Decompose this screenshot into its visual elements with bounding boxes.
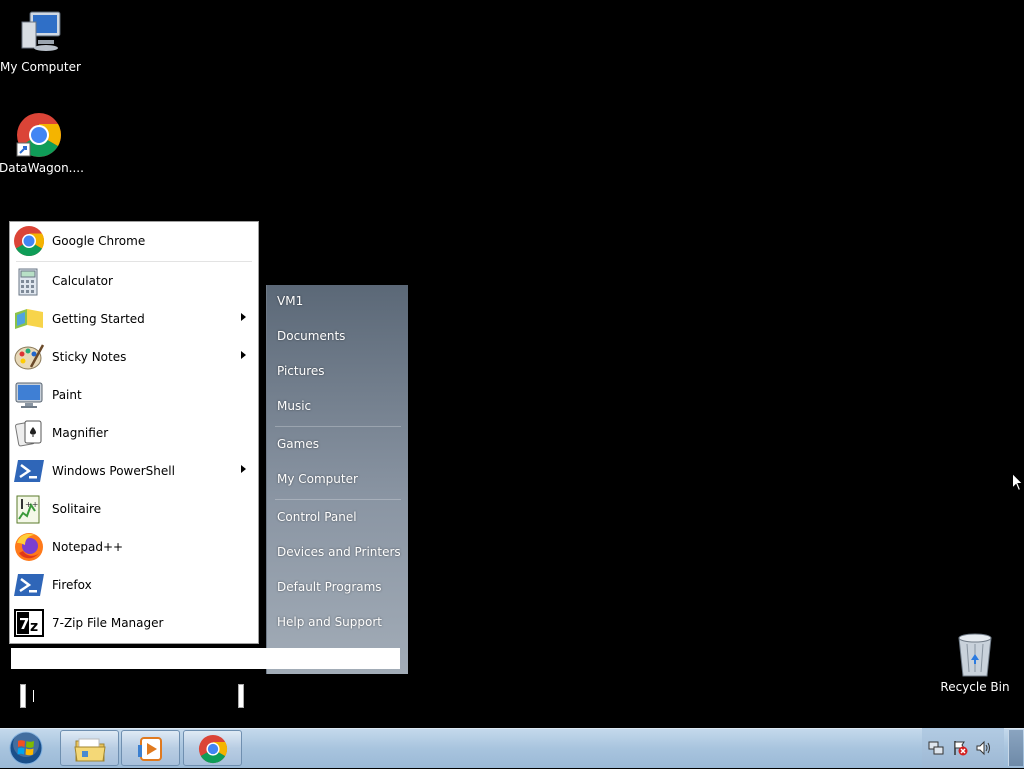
start-menu-link-default-programs[interactable]: Default Programs: [277, 577, 382, 597]
desktop-icon-label: My Computer: [0, 60, 81, 74]
start-menu-link-user[interactable]: VM1: [277, 291, 303, 311]
shutdown-arrow-artifact: [238, 684, 244, 708]
start-menu-item-sticky-notes[interactable]: Sticky Notes: [10, 338, 258, 376]
paint-palette-icon: [13, 341, 45, 373]
computer-icon: [16, 10, 64, 58]
desktop-icon-recycle-bin[interactable]: Recycle Bin: [935, 630, 1015, 694]
media-player-icon: [135, 735, 167, 766]
cursor-artifact: [33, 690, 34, 702]
volume-icon[interactable]: [976, 740, 992, 759]
svg-text:7: 7: [19, 615, 29, 633]
network-icon[interactable]: [928, 740, 944, 759]
mouse-cursor-icon: [1012, 472, 1024, 495]
start-menu-item-label: Paint: [52, 388, 82, 402]
start-menu-item-label: Magnifier: [52, 426, 109, 440]
shutdown-button-artifact: [20, 684, 26, 708]
start-menu-link-music[interactable]: Music: [277, 396, 311, 416]
start-menu-item-label: Notepad++: [52, 540, 124, 554]
start-menu-link-my-computer[interactable]: My Computer: [277, 469, 358, 489]
notepad-plus-icon: ++: [13, 493, 45, 525]
start-menu-programs-pane: Google Chrome Calculator Getting Started: [9, 221, 259, 644]
start-menu-item-label: 7-Zip File Manager: [52, 616, 164, 630]
start-menu-link-games[interactable]: Games: [277, 434, 319, 454]
chrome-icon: [198, 734, 228, 767]
start-menu-item-paint[interactable]: Paint: [10, 376, 258, 414]
calculator-icon: [13, 265, 45, 297]
start-menu-item-magnifier[interactable]: Magnifier: [10, 414, 258, 452]
start-menu-item-label: Calculator: [52, 274, 113, 288]
desktop-icon-label: Recycle Bin: [940, 680, 1010, 694]
submenu-arrow-icon: [241, 313, 246, 321]
powershell-icon: [13, 455, 45, 487]
solitaire-cards-icon: [13, 417, 45, 449]
start-menu-item-notepad-plus-plus[interactable]: Notepad++: [10, 528, 258, 566]
start-menu-item-getting-started[interactable]: Getting Started: [10, 300, 258, 338]
getting-started-icon: [13, 303, 45, 335]
desktop-icon-datawagon[interactable]: DataWagon....: [0, 111, 84, 175]
start-menu-item-calculator[interactable]: Calculator: [10, 262, 258, 300]
start-menu-places-pane: VM1 Documents Pictures Music Games My Co…: [266, 285, 408, 674]
start-menu-link-documents[interactable]: Documents: [277, 326, 345, 346]
show-desktop-button[interactable]: [1008, 730, 1023, 766]
desktop-icon-label: DataWagon....: [0, 161, 84, 175]
svg-text:++: ++: [25, 500, 38, 509]
start-menu-item-solitaire[interactable]: ++ Solitaire: [10, 490, 258, 528]
start-menu-link-devices-printers[interactable]: Devices and Printers: [277, 542, 401, 562]
powershell-icon: [13, 569, 45, 601]
start-menu-link-help-support[interactable]: Help and Support: [277, 612, 382, 632]
places-separator: [275, 426, 401, 427]
start-menu-item-label: Google Chrome: [52, 234, 146, 248]
system-tray: [922, 728, 1004, 768]
submenu-arrow-icon: [241, 465, 246, 473]
taskbar-button-media-player[interactable]: [121, 730, 180, 766]
start-menu-item-google-chrome[interactable]: Google Chrome: [10, 222, 258, 260]
action-center-flag-icon[interactable]: [952, 740, 968, 759]
start-menu-item-label: Solitaire: [52, 502, 102, 516]
places-separator: [275, 499, 401, 500]
start-menu-item-label: Firefox: [52, 578, 92, 592]
chrome-icon: [13, 225, 45, 257]
svg-text:z: z: [30, 619, 38, 635]
desktop-icon-my-computer[interactable]: My Computer: [0, 10, 81, 74]
taskbar-button-chrome[interactable]: [183, 730, 242, 766]
windows-orb-icon[interactable]: [6, 730, 46, 766]
submenu-arrow-icon: [241, 351, 246, 359]
start-menu-search-input[interactable]: [11, 648, 400, 669]
taskbar-button-explorer[interactable]: [60, 730, 119, 766]
recycle-bin-icon: [951, 630, 999, 678]
start-menu-link-control-panel[interactable]: Control Panel: [277, 507, 357, 527]
start-menu-item-label: Windows PowerShell: [52, 464, 175, 478]
start-menu-link-pictures[interactable]: Pictures: [277, 361, 325, 381]
7zip-icon: 7 z: [13, 607, 45, 639]
folder-icon: [74, 735, 106, 766]
start-menu-item-windows-powershell[interactable]: Windows PowerShell: [10, 452, 258, 490]
start-menu-item-label: Getting Started: [52, 312, 145, 326]
start-menu-item-label: Sticky Notes: [52, 350, 127, 364]
start-menu-item-7zip[interactable]: 7 z 7-Zip File Manager: [10, 604, 258, 642]
monitor-icon: [13, 379, 45, 411]
chrome-shortcut-icon: [15, 111, 63, 159]
start-menu-item-firefox[interactable]: Firefox: [10, 566, 258, 604]
firefox-icon: [13, 531, 45, 563]
